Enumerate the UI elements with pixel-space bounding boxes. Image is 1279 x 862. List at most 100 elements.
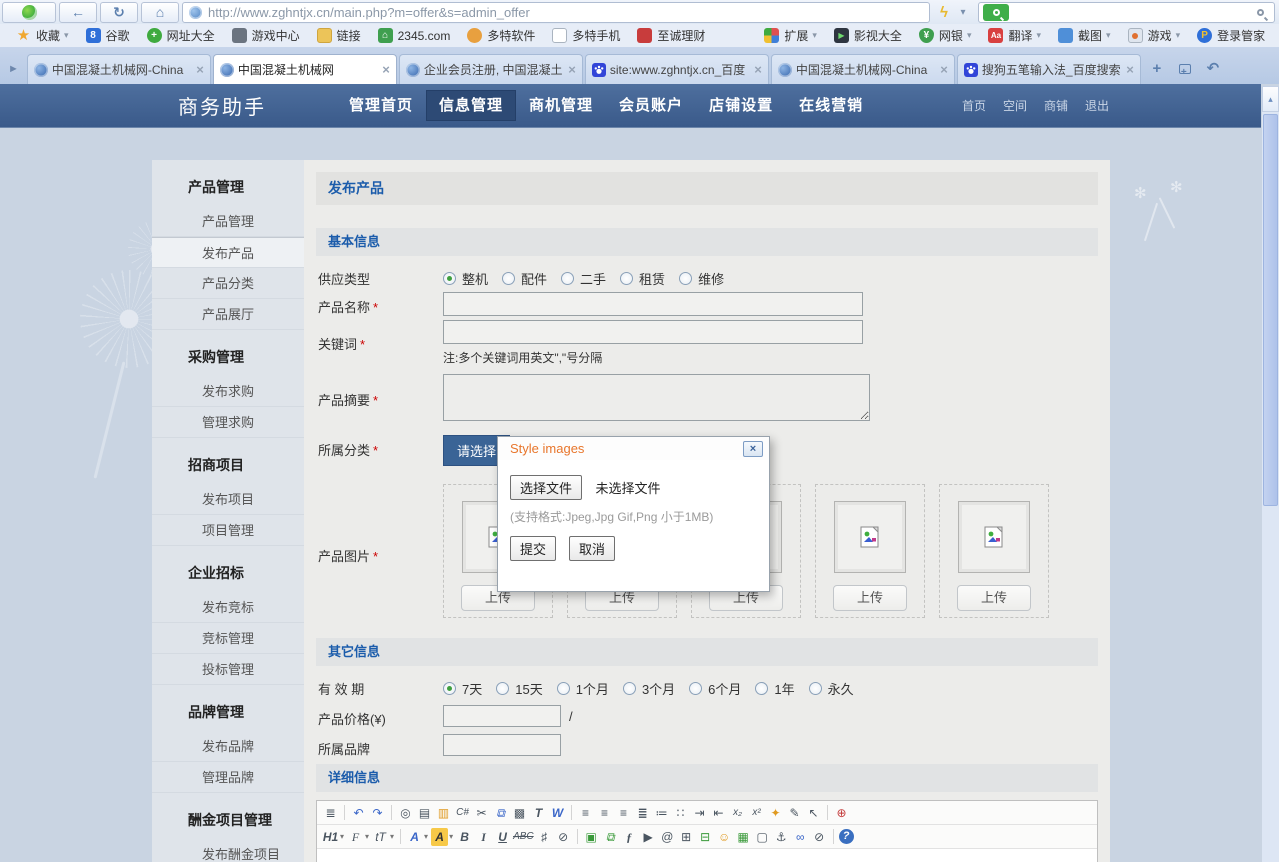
underline-icon[interactable]: U <box>494 828 511 846</box>
insert-images-icon[interactable]: ⧉ <box>602 828 619 846</box>
heading-icon[interactable]: H1 <box>322 828 339 846</box>
dialog-close-button[interactable]: × <box>743 441 763 457</box>
scroll-up-icon[interactable]: ▴ <box>1262 86 1279 112</box>
search-engine-icon[interactable] <box>983 4 1009 21</box>
outdent-icon[interactable]: ⇤ <box>710 804 727 822</box>
sidebar-item-publish-product[interactable]: 发布产品 <box>152 237 304 268</box>
align-right-icon[interactable]: ≡ <box>615 804 632 822</box>
bookmark-video[interactable]: ▶影视大全 <box>834 27 902 44</box>
anchor-icon[interactable]: ⚓ <box>773 828 790 846</box>
page-scrollbar[interactable]: ▴ <box>1262 86 1279 862</box>
browser-logo-button[interactable] <box>2 2 56 23</box>
align-justify-icon[interactable]: ≣ <box>634 804 651 822</box>
close-icon[interactable]: × <box>382 62 390 77</box>
sidebar-item-tender-manage[interactable]: 投标管理 <box>152 654 304 685</box>
menu-online-marketing[interactable]: 在线营销 <box>786 90 876 121</box>
preview-icon[interactable]: ▥ <box>435 804 452 822</box>
radio-forever[interactable] <box>809 682 822 695</box>
cancel-button[interactable]: 取消 <box>569 536 615 561</box>
font-size-icon[interactable]: tT <box>372 828 389 846</box>
align-center-icon[interactable]: ≡ <box>596 804 613 822</box>
sidebar-item-product-manage[interactable]: 产品管理 <box>152 206 304 237</box>
new-tab-button[interactable]: + <box>1144 57 1170 81</box>
menu-shop-settings[interactable]: 店铺设置 <box>696 90 786 121</box>
spell-check-icon[interactable]: ✎ <box>786 804 803 822</box>
tab-4[interactable]: site:www.zghntjx.cn_百度× <box>585 54 769 84</box>
italic-icon[interactable]: I <box>475 828 492 846</box>
close-icon[interactable]: × <box>1126 62 1134 77</box>
paste-icon[interactable]: ▩ <box>511 804 528 822</box>
indent-icon[interactable]: ⇥ <box>691 804 708 822</box>
brand-input[interactable] <box>443 734 561 756</box>
paste-text-icon[interactable]: T <box>530 804 547 822</box>
source-icon[interactable]: ≣ <box>322 804 339 822</box>
speed-mode-icon[interactable]: ϟ <box>934 4 954 21</box>
insert-table-icon[interactable]: ⊞ <box>678 828 695 846</box>
sidebar-item-publish-reward[interactable]: 发布酬金项目 <box>152 839 304 862</box>
help-icon[interactable]: ? <box>839 829 854 844</box>
menu-member-account[interactable]: 会员账户 <box>606 90 696 121</box>
sidebar-item-manage-bid[interactable]: 竞标管理 <box>152 623 304 654</box>
sidebar-item-manage-purchase[interactable]: 管理求购 <box>152 407 304 438</box>
keywords-input[interactable] <box>443 320 863 344</box>
price-input[interactable] <box>443 705 561 727</box>
close-icon[interactable]: × <box>754 62 762 77</box>
insert-image-icon[interactable]: ▣ <box>583 828 600 846</box>
close-icon[interactable]: × <box>940 62 948 77</box>
insert-rule-icon[interactable]: ⊟ <box>697 828 714 846</box>
text-color-icon[interactable]: A <box>406 828 423 846</box>
select-all-icon[interactable]: ↖ <box>805 804 822 822</box>
bookmark-duote-software[interactable]: 多特软件 <box>467 27 535 44</box>
radio-second-hand[interactable] <box>561 272 574 285</box>
sidebar-item-publish-bid[interactable]: 发布竞标 <box>152 592 304 623</box>
undo-icon[interactable]: ↶ <box>350 804 367 822</box>
paste-word-icon[interactable]: W <box>549 804 566 822</box>
search-box[interactable] <box>978 2 1275 23</box>
radio-1-year[interactable] <box>755 682 768 695</box>
radio-rental[interactable] <box>620 272 633 285</box>
attachment-icon[interactable]: @ <box>659 828 676 846</box>
redo-icon[interactable]: ↷ <box>369 804 386 822</box>
radio-15-days[interactable] <box>496 682 509 695</box>
tab-2-active[interactable]: 中国混凝土机械网× <box>213 54 397 84</box>
highlight-color-icon[interactable]: A <box>431 828 448 846</box>
sidebar-item-publish-project[interactable]: 发布项目 <box>152 484 304 515</box>
close-icon[interactable]: × <box>196 62 204 77</box>
bookmark-ebank[interactable]: ¥网银▾ <box>919 27 972 44</box>
find-icon[interactable]: ◎ <box>397 804 414 822</box>
menu-admin-home[interactable]: 管理首页 <box>336 90 426 121</box>
back-button[interactable]: ← <box>59 2 97 23</box>
refresh-button[interactable]: ↻ <box>100 2 138 23</box>
emoticon-icon[interactable]: ☺ <box>716 828 733 846</box>
bookmark-password-manager[interactable]: P登录管家 <box>1197 27 1265 44</box>
bookmark-google[interactable]: 8谷歌 <box>86 27 130 44</box>
sidebar-item-manage-brand[interactable]: 管理品牌 <box>152 762 304 793</box>
ordered-list-icon[interactable]: ≔ <box>653 804 670 822</box>
strikethrough-icon[interactable]: ABC <box>513 828 534 846</box>
tab-list-button[interactable] <box>1172 57 1198 81</box>
sidebar-item-publish-purchase[interactable]: 发布求购 <box>152 376 304 407</box>
tab-pin-icon[interactable]: ► <box>8 63 19 75</box>
radio-parts[interactable] <box>502 272 515 285</box>
copy-icon[interactable]: ⧉ <box>492 804 509 822</box>
bold-icon[interactable]: B <box>456 828 473 846</box>
radio-whole-machine[interactable] <box>443 272 456 285</box>
tab-6[interactable]: 搜狗五笔输入法_百度搜索× <box>957 54 1141 84</box>
bookmark-favorites[interactable]: ★收藏▾ <box>16 27 69 44</box>
tab-1[interactable]: 中国混凝土机械网-China× <box>27 54 211 84</box>
search-icon[interactable] <box>1257 9 1264 16</box>
summary-textarea[interactable] <box>443 374 870 421</box>
radio-1-month[interactable] <box>557 682 570 695</box>
align-left-icon[interactable]: ≡ <box>577 804 594 822</box>
menu-info-manage[interactable]: 信息管理 <box>426 90 516 121</box>
fullscreen-icon[interactable]: ⊕ <box>833 804 850 822</box>
bookmark-links-folder[interactable]: 链接 <box>317 27 361 44</box>
sidebar-item-product-category[interactable]: 产品分类 <box>152 268 304 299</box>
sidebar-item-product-showroom[interactable]: 产品展厅 <box>152 299 304 330</box>
home-button[interactable]: ⌂ <box>141 2 179 23</box>
snippet-icon[interactable]: ▢ <box>754 828 771 846</box>
choose-file-button[interactable]: 选择文件 <box>510 475 582 500</box>
bookmark-game-center[interactable]: 游戏中心 <box>232 27 300 44</box>
sidebar-item-publish-brand[interactable]: 发布品牌 <box>152 731 304 762</box>
link-logout[interactable]: 退出 <box>1085 97 1109 114</box>
